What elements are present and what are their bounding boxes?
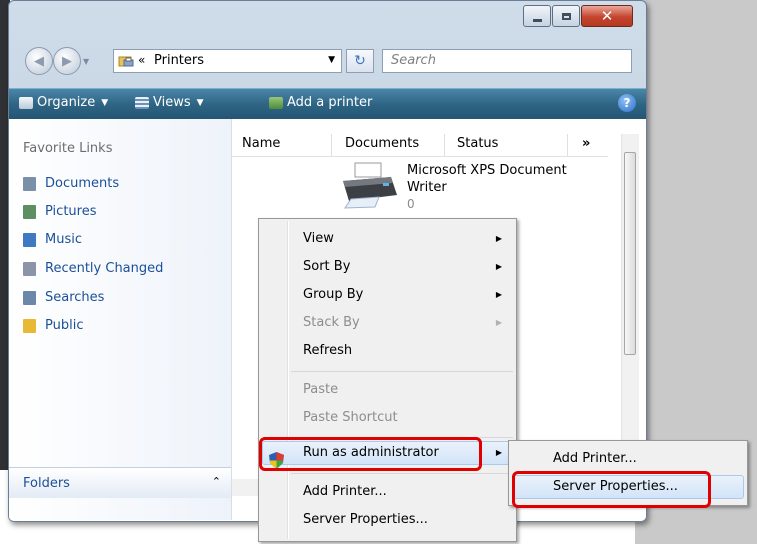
- server-properties-callout: [512, 471, 711, 508]
- sidebar-item-searches[interactable]: Searches: [23, 290, 104, 305]
- chevron-down-icon: ▼: [101, 97, 109, 108]
- menu-item-paste-shortcut: Paste Shortcut: [303, 410, 398, 425]
- sidebar-item-pictures[interactable]: Pictures: [23, 204, 96, 219]
- menu-item-paste: Paste: [303, 382, 339, 397]
- maximize-button[interactable]: [552, 5, 580, 27]
- column-divider[interactable]: [567, 134, 568, 156]
- minimize-button[interactable]: [523, 5, 551, 27]
- menu-item-add-printer[interactable]: Add Printer...: [303, 484, 387, 499]
- search-placeholder: Search: [391, 53, 436, 68]
- command-bar: Organize ▼ Views ▼ Add a printer ?: [9, 88, 646, 120]
- submenu-arrow-icon: ▶: [495, 318, 502, 327]
- back-button[interactable]: ◀: [25, 47, 53, 75]
- sidebar-item-label: Searches: [45, 290, 105, 305]
- sidebar-item-recently-changed[interactable]: Recently Changed: [23, 261, 163, 276]
- printer-name-line: Microsoft XPS Document: [407, 163, 567, 178]
- context-menu: View ▶ Sort By ▶ Group By ▶ Stack By ▶ R…: [258, 218, 517, 542]
- column-documents[interactable]: Documents: [345, 136, 419, 151]
- folders-label: Folders: [23, 476, 70, 491]
- views-label: Views: [153, 95, 191, 110]
- sidebar-item-public[interactable]: Public: [23, 318, 83, 333]
- refresh-icon: ↻: [354, 53, 366, 69]
- menu-separator: [291, 371, 513, 372]
- sidebar-item-documents[interactable]: Documents: [23, 176, 119, 191]
- submenu-arrow-icon: ▶: [495, 234, 502, 243]
- printer-icon[interactable]: [339, 161, 399, 209]
- column-divider[interactable]: [331, 134, 332, 156]
- minimize-icon: [532, 18, 542, 22]
- close-button[interactable]: ✕: [581, 5, 633, 27]
- sidebar-item-label: Documents: [45, 176, 120, 191]
- navigation-pane: Favorite Links Documents Pictures Music …: [9, 119, 232, 520]
- column-status[interactable]: Status: [457, 136, 498, 151]
- organize-icon: [19, 96, 33, 109]
- column-header: Name Documents Status »: [232, 134, 608, 157]
- add-printer-button[interactable]: Add a printer: [269, 95, 372, 110]
- recent-icon: [23, 261, 36, 276]
- sidebar-item-label: Public: [45, 318, 84, 333]
- recent-pages-dropdown[interactable]: ▼: [83, 57, 89, 66]
- forward-button[interactable]: ▶: [53, 47, 81, 75]
- printer-document-count: 0: [407, 197, 415, 211]
- title-bar[interactable]: ✕: [9, 1, 646, 37]
- sidebar-item-label: Pictures: [45, 204, 97, 219]
- printer-name[interactable]: Microsoft XPS Document Writer: [407, 162, 567, 196]
- submenu-arrow-icon: ▶: [495, 262, 502, 271]
- refresh-button[interactable]: ↻: [346, 49, 374, 73]
- menu-item-refresh[interactable]: Refresh: [303, 343, 352, 358]
- views-icon: [135, 96, 149, 109]
- address-bar[interactable]: « Printers ▼: [113, 49, 342, 73]
- search-input[interactable]: Search: [382, 49, 632, 73]
- pictures-icon: [23, 204, 36, 219]
- back-arrow-icon: ◀: [34, 53, 44, 69]
- printers-folder-icon: [118, 56, 134, 67]
- chevron-up-icon: ⌃: [211, 475, 221, 488]
- menu-separator: [291, 473, 513, 474]
- folders-toggle[interactable]: Folders ⌃: [9, 467, 231, 498]
- more-columns-icon[interactable]: »: [582, 136, 590, 151]
- help-icon[interactable]: ?: [618, 94, 636, 112]
- music-icon: [23, 232, 36, 247]
- address-prefix: «: [138, 53, 146, 67]
- sidebar-item-label: Recently Changed: [45, 261, 164, 276]
- documents-icon: [23, 176, 36, 191]
- submenu-item-add-printer[interactable]: Add Printer...: [553, 451, 637, 466]
- navigation-bar: ◀ ▶ ▼ « Printers ▼ ↻ Search: [9, 45, 646, 79]
- menu-item-group-by[interactable]: Group By: [303, 287, 363, 302]
- views-button[interactable]: Views ▼: [135, 95, 204, 110]
- sidebar-item-music[interactable]: Music: [23, 232, 82, 247]
- searches-icon: [23, 290, 36, 305]
- add-printer-icon: [269, 96, 283, 109]
- column-name[interactable]: Name: [242, 136, 280, 151]
- scrollbar-thumb[interactable]: [624, 152, 636, 355]
- address-text: Printers: [154, 53, 205, 68]
- address-dropdown-icon[interactable]: ▼: [328, 55, 335, 65]
- printer-name-line: Writer: [407, 180, 447, 195]
- favorite-links-title: Favorite Links: [23, 141, 113, 156]
- sidebar-item-label: Music: [45, 232, 82, 247]
- menu-gutter: [287, 221, 289, 539]
- chevron-down-icon: ▼: [196, 97, 204, 108]
- add-printer-label: Add a printer: [287, 95, 373, 110]
- menu-item-sort-by[interactable]: Sort By: [303, 259, 350, 274]
- maximize-icon: [561, 12, 571, 20]
- organize-label: Organize: [37, 95, 96, 110]
- menu-item-view[interactable]: View: [303, 231, 334, 246]
- menu-item-stack-by: Stack By: [303, 315, 360, 330]
- submenu-arrow-icon: ▶: [495, 448, 502, 457]
- submenu-arrow-icon: ▶: [495, 290, 502, 299]
- organize-button[interactable]: Organize ▼: [19, 95, 108, 110]
- close-icon: ✕: [600, 7, 614, 25]
- run-as-admin-callout: [259, 437, 482, 471]
- public-folder-icon: [23, 318, 36, 333]
- forward-arrow-icon: ▶: [62, 53, 72, 69]
- menu-item-server-properties[interactable]: Server Properties...: [303, 512, 428, 527]
- column-divider[interactable]: [444, 134, 445, 156]
